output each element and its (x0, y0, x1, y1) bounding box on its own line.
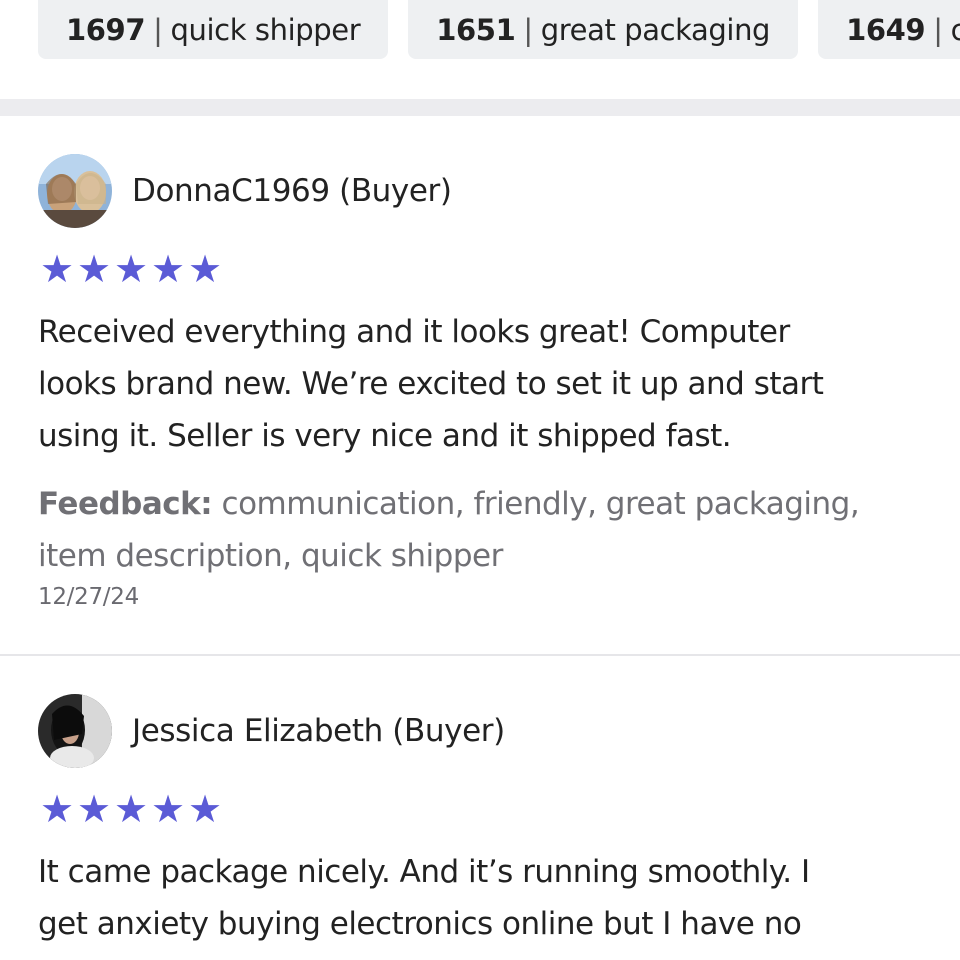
star-icon: ★ (76, 247, 111, 291)
avatar-photo (38, 154, 112, 228)
tag-label: quick shipper (170, 12, 361, 47)
review-card: Jessica Elizabeth (Buyer) ★ ★ ★ ★ ★ It c… (0, 658, 960, 960)
feedback-summary: Feedback: communication, friendly, great… (38, 478, 938, 582)
tag-separator: | (523, 12, 533, 47)
review-text: It came package nicely. And it’s running… (38, 846, 928, 950)
star-icon: ★ (150, 247, 185, 291)
star-icon: ★ (39, 787, 74, 831)
reviewer-header[interactable]: DonnaC1969 (Buyer) (38, 154, 452, 228)
star-icon: ★ (150, 787, 185, 831)
user-avatar[interactable] (38, 694, 112, 768)
star-rating: ★ ★ ★ ★ ★ (38, 250, 223, 288)
feedback-line: item description, quick shipper (38, 538, 503, 574)
star-icon: ★ (187, 247, 222, 291)
reviewer-header[interactable]: Jessica Elizabeth (Buyer) (38, 694, 505, 768)
tag-count: 1697 (66, 12, 146, 47)
tag-chip-quick-shipper[interactable]: 1697 | quick shipper (38, 0, 389, 59)
tag-separator: | (153, 12, 163, 47)
tag-chip-communication[interactable]: 1649 | co (818, 0, 960, 59)
review-text-line: It came package nicely. And it’s running… (38, 854, 810, 890)
reviews-page: 1697 | quick shipper 1651 | great packag… (0, 0, 960, 960)
feedback-tags: communication, friendly, great packaging… (212, 486, 860, 522)
reviewer-name[interactable]: DonnaC1969 (Buyer) (132, 173, 452, 209)
star-icon: ★ (113, 247, 148, 291)
review-text-line: using it. Seller is very nice and it shi… (38, 418, 732, 454)
review-text-line: Received everything and it looks great! … (38, 314, 790, 350)
star-icon: ★ (187, 787, 222, 831)
review-text-line: looks brand new. We’re excited to set it… (38, 366, 824, 402)
feedback-tag-chips: 1697 | quick shipper 1651 | great packag… (38, 0, 960, 60)
tag-count: 1649 (846, 12, 926, 47)
star-icon: ★ (76, 787, 111, 831)
reviewer-name[interactable]: Jessica Elizabeth (Buyer) (132, 713, 505, 749)
star-rating: ★ ★ ★ ★ ★ (38, 790, 223, 828)
avatar-photo (38, 694, 112, 768)
review-card: DonnaC1969 (Buyer) ★ ★ ★ ★ ★ Received ev… (0, 116, 960, 656)
tag-separator: | (933, 12, 943, 47)
tag-label: great packaging (540, 12, 771, 47)
section-divider (0, 99, 960, 116)
feedback-line: Feedback: communication, friendly, great… (38, 478, 938, 530)
feedback-label: Feedback: (38, 486, 213, 522)
review-text-line: get anxiety buying electronics online bu… (38, 906, 802, 942)
review-text: Received everything and it looks great! … (38, 306, 928, 462)
tag-chip-great-packaging[interactable]: 1651 | great packaging (408, 0, 799, 59)
star-icon: ★ (39, 247, 74, 291)
star-icon: ★ (113, 787, 148, 831)
user-avatar[interactable] (38, 154, 112, 228)
tag-label: co (950, 12, 960, 47)
review-date: 12/27/24 (38, 584, 139, 610)
tag-count: 1651 (436, 12, 516, 47)
